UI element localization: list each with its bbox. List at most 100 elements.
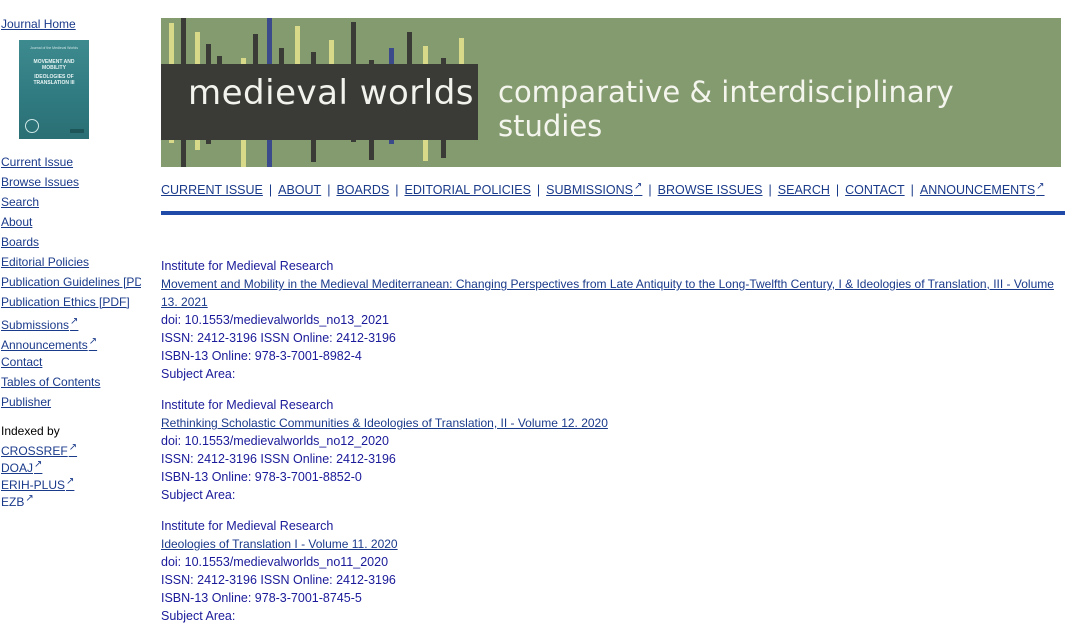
sidebar-nav: Current Issue Browse Issues Search About Boa… bbox=[1, 152, 141, 412]
sidebar-link-publication-ethics-pdf[interactable]: Publication Ethics [PDF] bbox=[1, 292, 141, 312]
journal-home-link[interactable]: Journal Home bbox=[1, 14, 141, 34]
cover-small-text: Journal of the Medieval Worlds bbox=[30, 46, 78, 50]
nav-link-label: BROWSE ISSUES bbox=[657, 183, 763, 198]
issue-entry: Institute for Medieval Research Rethinkin… bbox=[161, 396, 1061, 504]
indexed-link-crossref[interactable]: CROSSREF↗ bbox=[1, 439, 141, 458]
sidebar-link-contact[interactable]: Contact bbox=[1, 352, 141, 372]
nav-link-label: SEARCH bbox=[777, 183, 830, 198]
nav-link-label: CONTACT bbox=[845, 183, 905, 198]
nav-link-label: ABOUT bbox=[278, 183, 322, 198]
issue-issn: ISSN: 2412-3196 ISSN Online: 2412-3196 bbox=[161, 573, 396, 587]
issue-subject-area: Subject Area: bbox=[161, 488, 236, 502]
sidebar-link-browse-issues[interactable]: Browse Issues bbox=[1, 172, 141, 192]
sidebar-link-label: Publisher bbox=[1, 395, 52, 409]
external-link-icon: ↗ bbox=[66, 476, 75, 487]
issue-publisher: Institute for Medieval Research bbox=[161, 259, 334, 273]
sidebar-link-publication-guidelines-pdf[interactable]: Publication Guidelines [PDF] bbox=[1, 272, 141, 292]
cover-title-b: IDEOLOGIES OF TRANSLATION III bbox=[33, 74, 75, 86]
issue-subject-area: Subject Area: bbox=[161, 367, 236, 381]
external-link-icon: ↗ bbox=[25, 493, 34, 504]
nav-link-about[interactable]: ABOUT bbox=[278, 183, 321, 197]
sidebar: Journal Home Journal of the Medieval Wor… bbox=[1, 14, 141, 507]
sidebar-link-tables-of-contents[interactable]: Tables of Contents bbox=[1, 372, 141, 392]
sidebar-link-label: Current Issue bbox=[1, 155, 74, 169]
issue-isbn: ISBN-13 Online: 978-3-7001-8852-0 bbox=[161, 470, 362, 484]
issue-listing: Institute for Medieval Research Movement … bbox=[161, 257, 1061, 638]
nav-separator: | bbox=[910, 183, 914, 198]
sidebar-link-current-issue[interactable]: Current Issue bbox=[1, 152, 141, 172]
issue-subject-area: Subject Area: bbox=[161, 609, 236, 623]
nav-link-announcements[interactable]: ANNOUNCEMENTS↗ bbox=[920, 181, 1045, 197]
banner-subtitle: comparative & interdisciplinary studies bbox=[498, 75, 954, 143]
sidebar-link-submissions[interactable]: Submissions↗ bbox=[1, 312, 141, 332]
nav-separator: | bbox=[268, 183, 273, 198]
nav-link-contact[interactable]: CONTACT bbox=[845, 183, 905, 197]
issue-entry: Institute for Medieval Research Ideologie… bbox=[161, 517, 1061, 625]
issue-publisher: Institute for Medieval Research bbox=[161, 519, 334, 533]
sidebar-link-label: Submissions bbox=[1, 318, 70, 332]
external-link-icon: ↗ bbox=[88, 336, 98, 347]
journal-banner: medieval worlds comparative & interdisci… bbox=[161, 18, 1061, 167]
issue-isbn: ISBN-13 Online: 978-3-7001-8745-5 bbox=[161, 591, 362, 605]
top-nav: CURRENT ISSUE | ABOUT | BOARDS | EDITORIAL POL… bbox=[161, 181, 1065, 197]
nav-link-label: BOARDS bbox=[336, 183, 390, 198]
nav-link-browse-issues[interactable]: BROWSE ISSUES bbox=[658, 183, 763, 197]
indexed-link-erih-plus[interactable]: ERIH-PLUS↗ bbox=[1, 473, 141, 492]
sidebar-link-label: About bbox=[1, 215, 33, 229]
sidebar-link-label: Tables of Contents bbox=[1, 375, 101, 389]
cover-publisher-mark bbox=[70, 129, 84, 133]
nav-link-editorial-policies[interactable]: EDITORIAL POLICIES bbox=[404, 183, 530, 197]
nav-link-label: SUBMISSIONS bbox=[546, 183, 633, 198]
issue-publisher: Institute for Medieval Research bbox=[161, 398, 334, 412]
issue-isbn: ISBN-13 Online: 978-3-7001-8982-4 bbox=[161, 349, 362, 363]
indexed-by-list: CROSSREF↗ DOAJ↗ ERIH-PLUS↗ EZB↗ bbox=[1, 439, 141, 507]
sidebar-link-label: Search bbox=[1, 195, 40, 209]
sidebar-link-label: Publication Guidelines [PDF] bbox=[1, 275, 141, 289]
sidebar-link-boards[interactable]: Boards bbox=[1, 232, 141, 252]
issue-entry: Institute for Medieval Research Movement … bbox=[161, 257, 1061, 383]
indexed-by-label: Indexed by bbox=[1, 424, 60, 438]
external-link-icon: ↗ bbox=[70, 316, 79, 327]
nav-link-label: CURRENT ISSUE bbox=[161, 183, 263, 198]
sidebar-link-label: Editorial Policies bbox=[1, 255, 90, 269]
nav-separator: | bbox=[648, 183, 652, 198]
sidebar-link-label: Announcements bbox=[1, 338, 88, 352]
banner-title: medieval worlds bbox=[188, 73, 475, 113]
issue-title-link[interactable]: Rethinking Scholastic Communities & Ideo… bbox=[161, 414, 1061, 432]
sidebar-link-editorial-policies[interactable]: Editorial Policies bbox=[1, 252, 141, 272]
external-link-icon: ↗ bbox=[34, 459, 43, 470]
sidebar-link-label: Contact bbox=[1, 355, 43, 369]
sidebar-link-label: Publication Ethics [PDF] bbox=[1, 295, 130, 309]
sidebar-link-label: Browse Issues bbox=[1, 175, 80, 189]
sidebar-link-about[interactable]: About bbox=[1, 212, 141, 232]
issue-issn: ISSN: 2412-3196 ISSN Online: 2412-3196 bbox=[161, 331, 396, 345]
sidebar-link-announcements[interactable]: Announcements↗ bbox=[1, 332, 141, 352]
sidebar-link-search[interactable]: Search bbox=[1, 192, 141, 212]
indexed-link-ezb[interactable]: EZB↗ bbox=[1, 490, 141, 507]
nav-separator: | bbox=[835, 183, 840, 198]
sidebar-link-publisher[interactable]: Publisher bbox=[1, 392, 141, 412]
external-link-icon: ↗ bbox=[1036, 181, 1045, 192]
nav-separator: | bbox=[536, 183, 541, 198]
issue-title-link[interactable]: Movement and Mobility in the Medieval Me… bbox=[161, 275, 1061, 311]
journal-cover-image[interactable]: Journal of the Medieval Worlds MOVEMENT … bbox=[19, 40, 89, 139]
external-link-icon: ↗ bbox=[634, 181, 643, 192]
top-nav-rule bbox=[161, 211, 1065, 215]
cover-title-a: MOVEMENT AND MOBILITY bbox=[33, 59, 75, 71]
nav-link-submissions[interactable]: SUBMISSIONS↗ bbox=[546, 181, 643, 198]
indexed-link-doaj[interactable]: DOAJ↗ bbox=[1, 456, 141, 475]
issue-doi: doi: 10.1553/medievalworlds_no12_2020 bbox=[161, 434, 389, 448]
issue-doi: doi: 10.1553/medievalworlds_no11_2020 bbox=[161, 555, 389, 569]
indexed-link-label: EZB bbox=[1, 495, 25, 507]
nav-separator: | bbox=[395, 183, 399, 198]
issue-issn: ISSN: 2412-3196 ISSN Online: 2412-3196 bbox=[161, 452, 396, 466]
nav-link-boards[interactable]: BOARDS bbox=[336, 183, 389, 197]
issue-doi: doi: 10.1553/medievalworlds_no13_2021 bbox=[161, 313, 389, 327]
cover-seal-icon bbox=[25, 119, 39, 133]
external-link-icon: ↗ bbox=[68, 442, 78, 453]
issue-title-link[interactable]: Ideologies of Translation I - Volume 11.… bbox=[161, 535, 1061, 553]
nav-link-search[interactable]: SEARCH bbox=[778, 183, 830, 197]
nav-link-label: EDITORIAL POLICIES bbox=[404, 183, 531, 198]
nav-link-current-issue[interactable]: CURRENT ISSUE bbox=[161, 183, 263, 197]
sidebar-link-label: Boards bbox=[1, 235, 40, 249]
